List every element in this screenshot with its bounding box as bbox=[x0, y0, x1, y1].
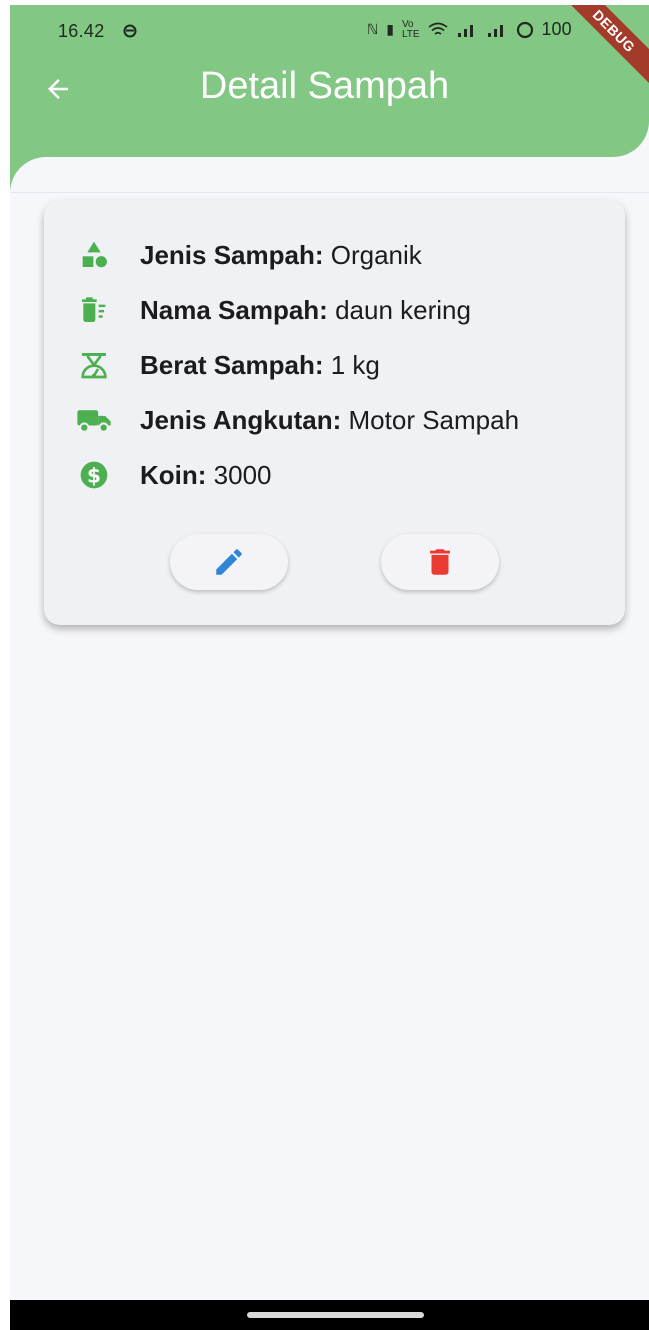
notification-icon bbox=[123, 24, 137, 38]
volte-icon: Vo LTE bbox=[401, 18, 420, 40]
truck-icon bbox=[76, 402, 112, 438]
home-gesture-handle[interactable] bbox=[247, 1312, 424, 1318]
svg-text:$: $ bbox=[87, 463, 101, 487]
detail-row-berat-sampah: Berat Sampah: 1 kg bbox=[76, 347, 380, 383]
system-nav-bar bbox=[10, 1300, 649, 1330]
battery-level: 100 bbox=[541, 19, 572, 39]
detail-row-nama-sampah: Nama Sampah: daun kering bbox=[76, 292, 471, 328]
detail-value: Organik bbox=[323, 239, 422, 270]
detail-value: 3000 bbox=[206, 459, 272, 490]
detail-value: Motor Sampah bbox=[341, 404, 520, 435]
content-background bbox=[10, 157, 649, 197]
edit-button[interactable] bbox=[170, 534, 288, 590]
detail-label: Berat Sampah: bbox=[140, 349, 324, 380]
detail-card: Jenis Sampah: Organik Nama Sampah: daun … bbox=[44, 200, 625, 625]
detail-value: daun kering bbox=[327, 294, 471, 325]
detail-label: Nama Sampah: bbox=[140, 294, 328, 325]
delete-button[interactable] bbox=[381, 534, 499, 590]
scale-icon bbox=[76, 347, 112, 383]
detail-label: Jenis Sampah: bbox=[140, 239, 324, 270]
wifi-icon bbox=[428, 22, 448, 35]
detail-row-jenis-sampah: Jenis Sampah: Organik bbox=[76, 237, 422, 273]
detail-label: Koin: bbox=[140, 459, 207, 490]
divider bbox=[10, 192, 649, 193]
battery-ring-icon bbox=[516, 21, 533, 38]
detail-row-koin: $ Koin: 3000 bbox=[76, 457, 272, 493]
pencil-icon bbox=[216, 549, 242, 575]
detail-label: Jenis Angkutan: bbox=[140, 404, 342, 435]
nfc-icon: ℕ bbox=[367, 21, 379, 37]
vibrate-icon: ▮ bbox=[386, 21, 394, 37]
dollar-coin-icon: $ bbox=[76, 457, 112, 493]
category-shapes-icon bbox=[76, 237, 112, 273]
detail-value: 1 kg bbox=[323, 349, 380, 380]
trash-icon bbox=[430, 549, 450, 575]
screen: 16.42 ℕ ▮ Vo LTE 100 DEBUG Detail Sampah… bbox=[10, 5, 649, 1330]
status-time: 16.42 bbox=[58, 21, 105, 41]
signal-icon bbox=[457, 24, 473, 37]
signal-icon bbox=[487, 24, 503, 37]
detail-row-jenis-angkutan: Jenis Angkutan: Motor Sampah bbox=[76, 402, 519, 438]
status-bar: 16.42 ℕ ▮ Vo LTE 100 DEBUG bbox=[10, 5, 649, 93]
page-title: Detail Sampah bbox=[199, 65, 450, 107]
status-icons: ℕ ▮ Vo LTE 100 bbox=[367, 19, 572, 40]
trash-list-icon bbox=[76, 292, 112, 328]
